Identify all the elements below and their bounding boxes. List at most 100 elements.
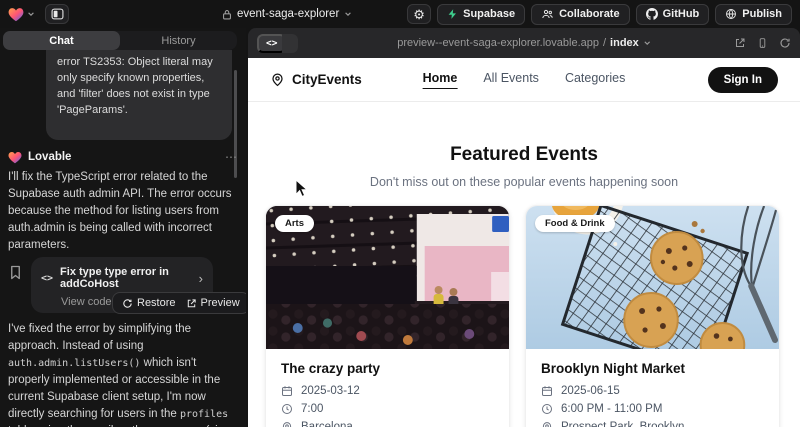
event-location: Barcelona [301,421,353,427]
event-title: The crazy party [281,361,494,376]
tab-history[interactable]: History [120,31,237,50]
event-location-row: Barcelona [281,421,494,427]
code-icon: <> [41,273,53,284]
collaborate-button[interactable]: Collaborate [531,4,630,25]
event-location-row: Prospect Park, Brooklyn [541,421,764,427]
summary-code-2: profiles [180,409,228,420]
sidebar-toggle-button[interactable] [45,4,69,24]
mobile-view-button[interactable] [757,37,768,49]
refresh-icon [779,37,791,49]
summary-text-1: I've fixed the error by simplifying the … [8,323,191,352]
github-label: GitHub [663,8,700,20]
supabase-button[interactable]: Supabase [437,4,525,25]
chat-history-tabs: Chat History [3,31,237,50]
site-header: CityEvents Home All Events Categories Si… [248,58,800,102]
chevron-right-icon: › [199,271,203,286]
event-date: 2025-06-15 [561,385,620,397]
chevron-down-icon [643,39,651,47]
collaborate-label: Collaborate [559,8,620,20]
open-in-new-tab-button[interactable] [734,37,746,49]
user-error-message: error TS2353: Object literal may only sp… [46,50,232,140]
site-content: CityEvents Home All Events Categories Si… [248,58,800,427]
message-actions: Restore Preview [112,292,246,314]
globe-icon [725,8,737,20]
message-menu-button[interactable]: ⋯ [225,150,238,164]
event-cards: Arts The crazy party 2025-03-12 [265,205,780,427]
preview-panel: <> preview--event-saga-explorer.lovable.… [248,28,800,427]
topbar-actions: ⚙ Supabase Collaborate GitHub [407,4,792,25]
restore-button[interactable]: Restore [122,297,176,309]
hero-subtitle: Don't miss out on these popular events h… [248,175,800,189]
nav-home[interactable]: Home [423,71,458,89]
bookmark-icon[interactable] [9,265,22,280]
event-card-body: Brooklyn Night Market 2025-06-15 [526,349,779,427]
event-card-crazy-party[interactable]: Arts The crazy party 2025-03-12 [265,205,510,427]
event-time-row: 6:00 PM - 11:00 PM [541,403,764,415]
lovable-logo-icon [8,7,24,22]
site-brand-label: CityEvents [292,72,362,87]
preview-toolbar-actions [734,37,791,49]
event-date-row: 2025-03-12 [281,385,494,397]
calendar-icon [281,385,293,397]
summary-code-1: auth.admin.listUsers() [8,358,140,369]
event-time: 7:00 [301,403,323,415]
publish-button[interactable]: Publish [715,4,792,25]
topbar: event-saga-explorer ⚙ Supabase Collabo [0,0,800,28]
event-card-brooklyn-market[interactable]: Food & Drink Brooklyn Night Market 2025-… [525,205,780,427]
event-time-row: 7:00 [281,403,494,415]
publish-label: Publish [742,8,782,20]
event-card-body: The crazy party 2025-03-12 [266,349,509,427]
tab-chat-label: Chat [49,35,73,47]
preview-url-page: index [610,37,639,49]
location-pin-icon [270,72,285,87]
lovable-menu[interactable] [8,7,35,22]
preview-url-host: preview--event-saga-explorer.lovable.app [397,37,599,49]
refresh-button[interactable] [779,37,791,49]
nav-categories[interactable]: Categories [565,71,625,89]
code-icon: <> [266,38,277,49]
restore-icon [122,298,133,309]
clock-icon [281,403,293,415]
event-date-row: 2025-06-15 [541,385,764,397]
site-brand[interactable]: CityEvents [270,72,362,87]
user-error-text: error TS2353: Object literal may only sp… [57,54,221,118]
preview-toolbar: <> preview--event-saga-explorer.lovable.… [248,28,800,58]
panel-left-icon [51,8,64,20]
assistant-name: Lovable [28,151,71,163]
project-name: event-saga-explorer [237,8,339,20]
code-change-title: Fix type type error in addCoHost [60,266,192,290]
calendar-icon [541,385,553,397]
tab-chat[interactable]: Chat [3,31,120,50]
settings-button[interactable]: ⚙ [407,4,431,24]
event-image-cookies: Food & Drink [526,206,779,349]
chevron-down-icon [344,10,352,18]
tab-history-label: History [161,35,195,47]
github-button[interactable]: GitHub [636,4,710,25]
assistant-header: Lovable ⋯ [8,149,238,165]
site-nav: Home All Events Categories [423,71,626,89]
assistant-summary-text: I've fixed the error by simplifying the … [8,321,238,427]
phone-icon [757,37,768,49]
sign-in-button[interactable]: Sign In [708,67,778,93]
project-name-menu[interactable]: event-saga-explorer [222,0,352,28]
hero-title: Featured Events [248,144,800,166]
preview-button[interactable]: Preview [186,297,240,309]
event-time: 6:00 PM - 11:00 PM [561,403,662,415]
preview-url-bar[interactable]: preview--event-saga-explorer.lovable.app… [397,37,651,49]
location-pin-icon [541,421,553,427]
hero-section: Featured Events Don't miss out on these … [248,144,800,189]
github-icon [646,8,658,20]
clock-icon [541,403,553,415]
gear-icon: ⚙ [413,8,425,21]
category-badge: Food & Drink [535,215,615,232]
chevron-down-icon [27,10,35,18]
app-window: event-saga-explorer ⚙ Supabase Collabo [0,0,800,427]
user-error-ellipsis: ... [57,132,221,140]
nav-all-events[interactable]: All Events [483,71,539,89]
supabase-label: Supabase [463,8,515,20]
location-pin-icon [281,421,293,427]
external-link-icon [186,298,197,309]
external-link-icon [734,37,746,49]
event-image-conference: Arts [266,206,509,349]
people-icon [541,8,554,20]
